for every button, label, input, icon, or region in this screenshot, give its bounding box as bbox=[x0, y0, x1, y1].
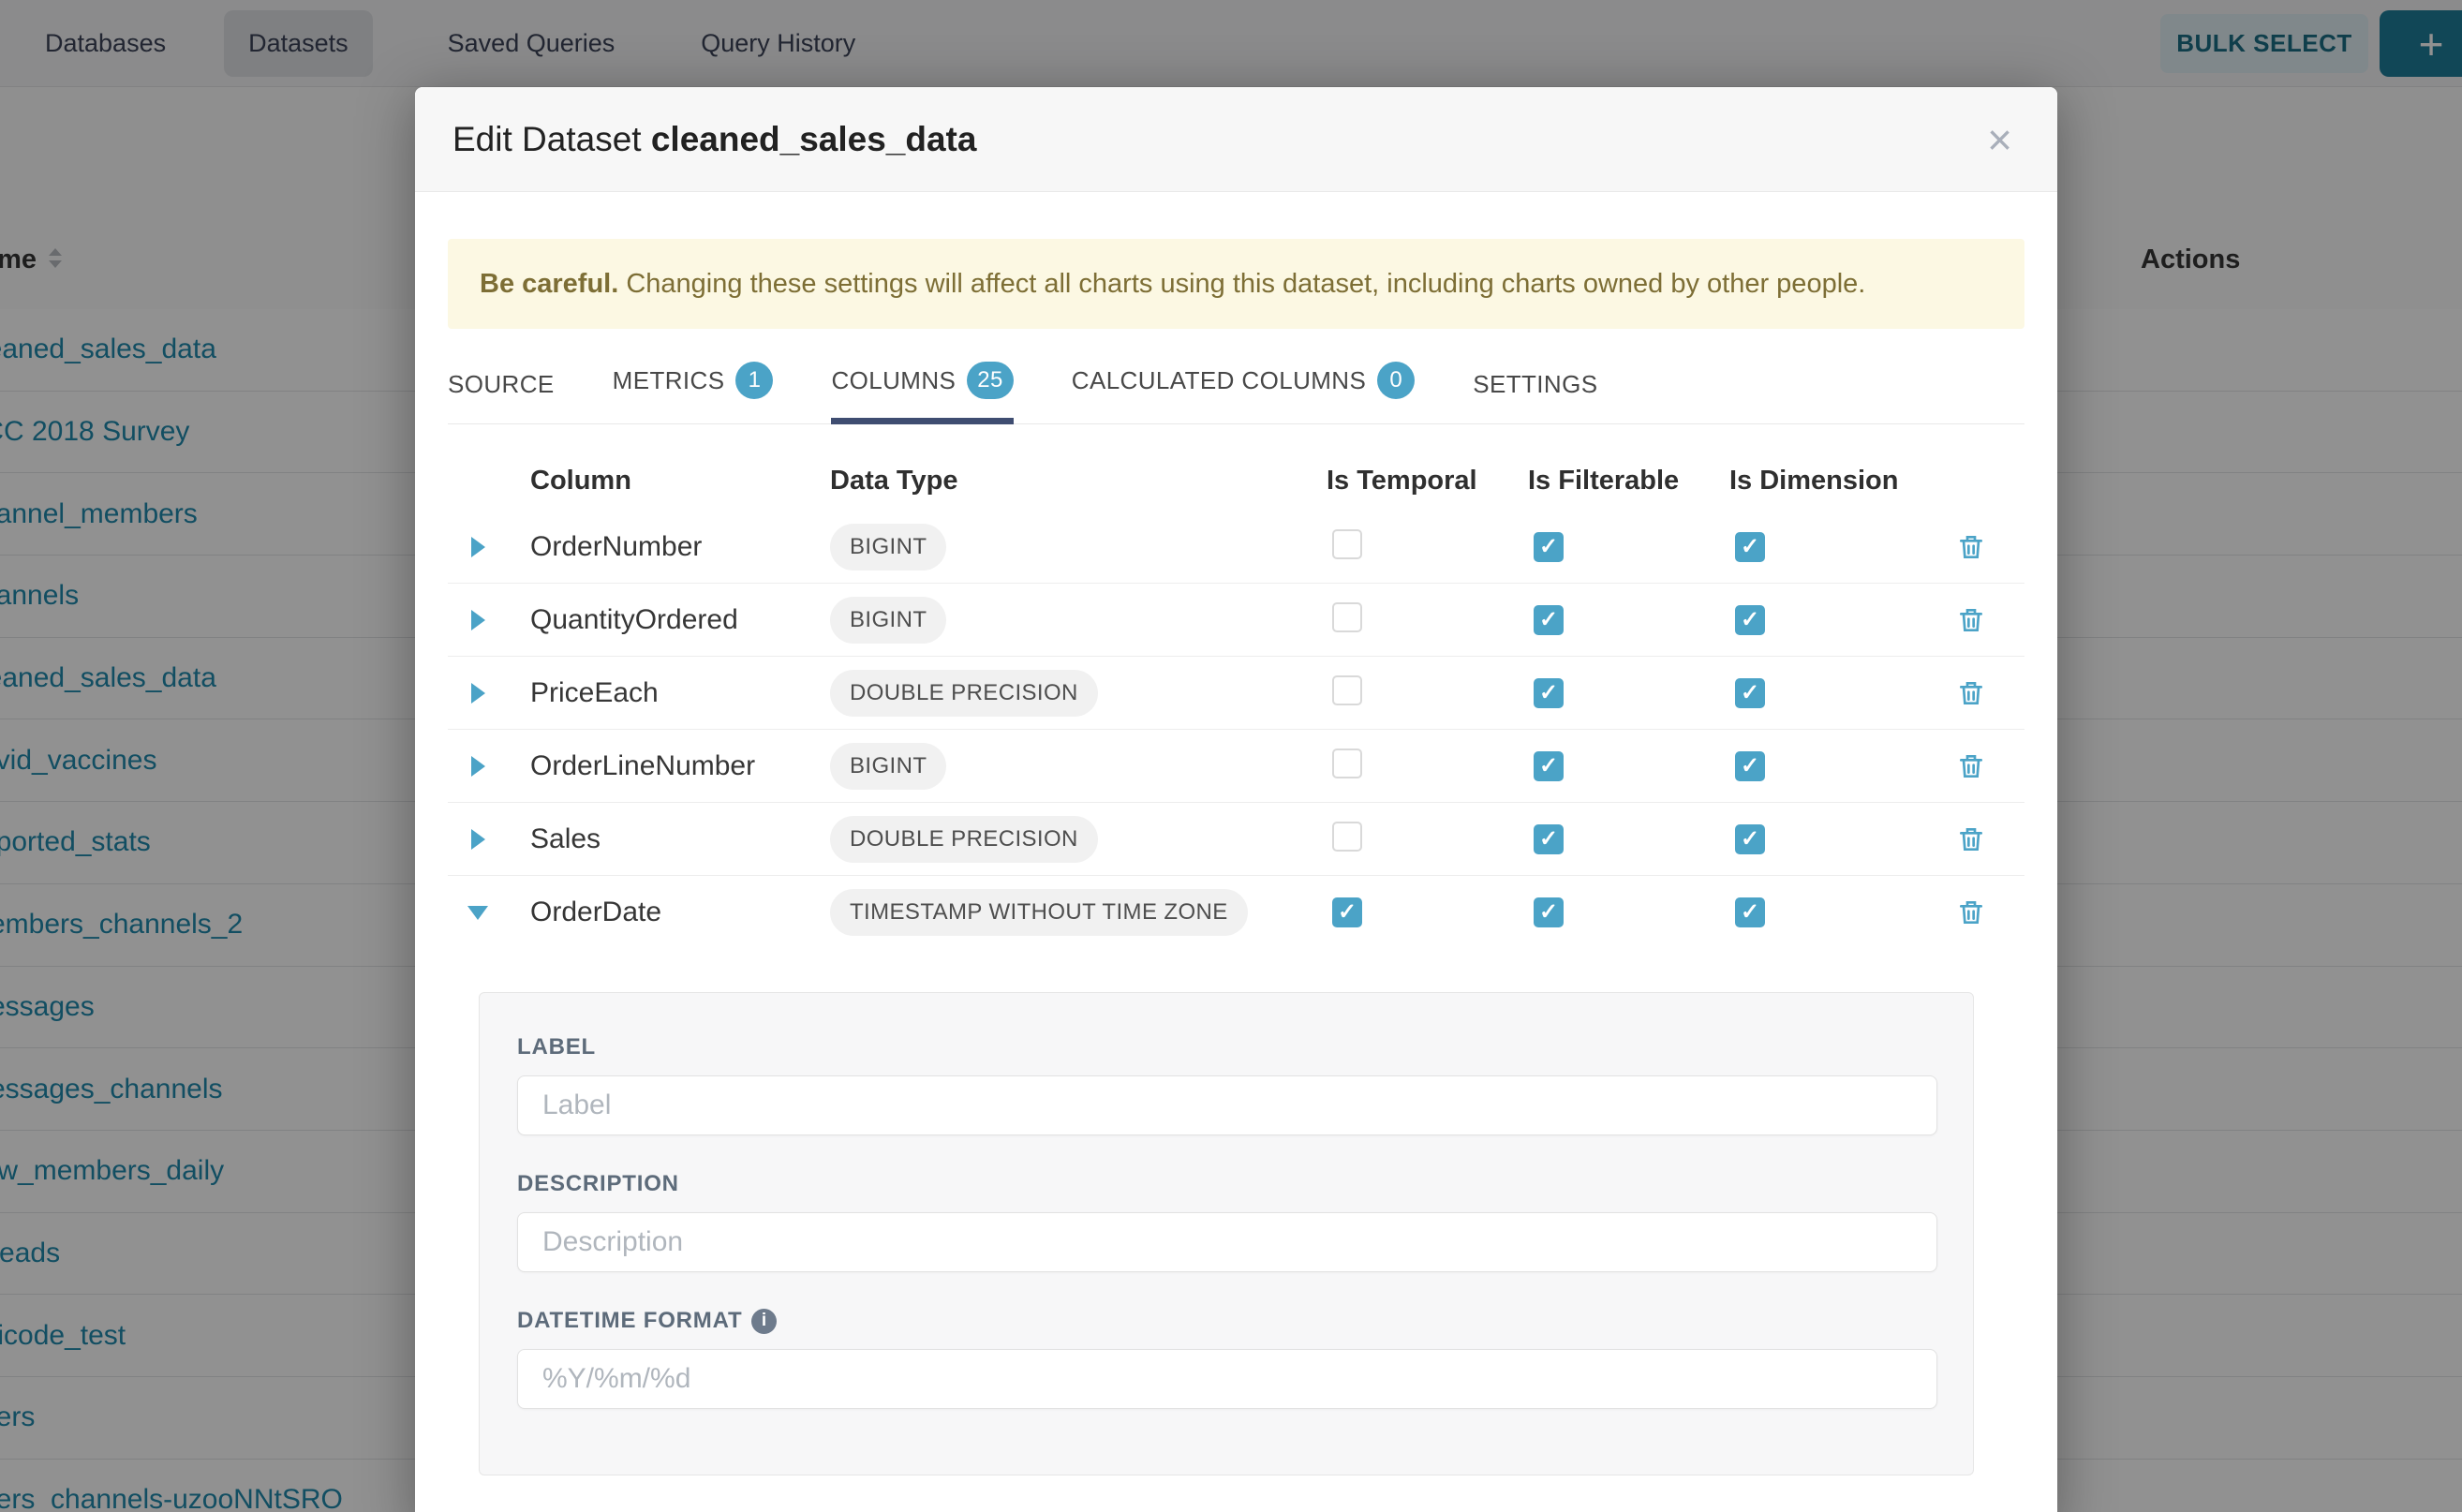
data-type-pill: BIGINT bbox=[830, 743, 946, 790]
warning-banner: Be careful. Changing these settings will… bbox=[448, 239, 2024, 329]
description-field-label: DESCRIPTION bbox=[517, 1171, 1935, 1197]
table-row: QuantityOrdered BIGINT ✓ ✓ ✓ bbox=[448, 584, 2024, 657]
datetime-format-input[interactable] bbox=[517, 1349, 1937, 1409]
tab-calculated-columns[interactable]: CALCULATED COLUMNS 0 bbox=[1072, 362, 1415, 423]
warning-text: Changing these settings will affect all … bbox=[618, 269, 1865, 299]
data-type-pill: BIGINT bbox=[830, 524, 946, 571]
is-filterable-checkbox[interactable]: ✓ bbox=[1534, 751, 1564, 781]
data-type-pill: DOUBLE PRECISION bbox=[830, 670, 1098, 717]
is-temporal-checkbox[interactable]: ✓ bbox=[1332, 897, 1362, 927]
columns-table: Column Data Type Is Temporal Is Filterab… bbox=[448, 451, 2024, 949]
data-type-pill: TIMESTAMP WITHOUT TIME ZONE bbox=[830, 889, 1248, 936]
trash-icon[interactable] bbox=[1918, 824, 2024, 854]
table-row: OrderLineNumber BIGINT ✓ ✓ ✓ bbox=[448, 730, 2024, 803]
is-dimension-checkbox[interactable]: ✓ bbox=[1735, 751, 1765, 781]
expand-caret-icon[interactable] bbox=[448, 756, 508, 777]
modal-body: Be careful. Changing these settings will… bbox=[415, 192, 2057, 1475]
tab-settings[interactable]: SETTINGS bbox=[1473, 370, 1597, 423]
column-name: OrderNumber bbox=[508, 531, 808, 563]
modal-header: Edit Dataset cleaned_sales_data × bbox=[415, 87, 2057, 192]
trash-icon[interactable] bbox=[1918, 897, 2024, 927]
column-name: OrderDate bbox=[508, 897, 808, 928]
column-name: Sales bbox=[508, 823, 808, 855]
is-filterable-header: Is Filterable bbox=[1505, 466, 1707, 497]
expand-caret-icon[interactable] bbox=[448, 610, 508, 630]
tab-metrics[interactable]: METRICS 1 bbox=[613, 362, 774, 423]
column-name: QuantityOrdered bbox=[508, 604, 808, 636]
is-dimension-header: Is Dimension bbox=[1707, 466, 1918, 497]
label-input[interactable] bbox=[517, 1075, 1937, 1135]
collapse-caret-icon[interactable] bbox=[448, 906, 508, 920]
is-temporal-checkbox[interactable]: ✓ bbox=[1332, 529, 1362, 559]
is-filterable-checkbox[interactable]: ✓ bbox=[1534, 532, 1564, 562]
calculated-columns-count-badge: 0 bbox=[1377, 362, 1415, 399]
is-temporal-checkbox[interactable]: ✓ bbox=[1332, 602, 1362, 632]
is-filterable-checkbox[interactable]: ✓ bbox=[1534, 824, 1564, 854]
datetime-format-field-label: DATETIME FORMAT i bbox=[517, 1308, 1935, 1334]
tab-columns[interactable]: COLUMNS 25 bbox=[831, 362, 1013, 423]
close-icon[interactable]: × bbox=[1980, 114, 2020, 165]
is-temporal-checkbox[interactable]: ✓ bbox=[1332, 749, 1362, 778]
expand-caret-icon[interactable] bbox=[448, 537, 508, 557]
columns-count-badge: 25 bbox=[967, 362, 1014, 399]
edit-dataset-modal: Edit Dataset cleaned_sales_data × Be car… bbox=[415, 87, 2057, 1512]
description-input[interactable] bbox=[517, 1212, 1937, 1272]
trash-icon[interactable] bbox=[1918, 678, 2024, 708]
modal-tabs: SOURCE METRICS 1 COLUMNS 25 CALCULATED C… bbox=[448, 353, 2024, 424]
column-name: OrderLineNumber bbox=[508, 750, 808, 782]
modal-title: Edit Dataset cleaned_sales_data bbox=[452, 120, 976, 159]
expand-caret-icon[interactable] bbox=[448, 829, 508, 850]
trash-icon[interactable] bbox=[1918, 532, 2024, 562]
table-row: OrderNumber BIGINT ✓ ✓ ✓ bbox=[448, 511, 2024, 584]
trash-icon[interactable] bbox=[1918, 751, 2024, 781]
is-filterable-checkbox[interactable]: ✓ bbox=[1534, 897, 1564, 927]
table-row: Sales DOUBLE PRECISION ✓ ✓ ✓ bbox=[448, 803, 2024, 876]
data-type-header: Data Type bbox=[808, 466, 1304, 497]
column-name: PriceEach bbox=[508, 677, 808, 709]
is-filterable-checkbox[interactable]: ✓ bbox=[1534, 605, 1564, 635]
table-row: PriceEach DOUBLE PRECISION ✓ ✓ ✓ bbox=[448, 657, 2024, 730]
is-filterable-checkbox[interactable]: ✓ bbox=[1534, 678, 1564, 708]
is-dimension-checkbox[interactable]: ✓ bbox=[1735, 678, 1765, 708]
tab-source[interactable]: SOURCE bbox=[448, 370, 555, 423]
is-temporal-checkbox[interactable]: ✓ bbox=[1332, 675, 1362, 705]
info-icon[interactable]: i bbox=[751, 1309, 777, 1334]
table-row-expanded: OrderDate TIMESTAMP WITHOUT TIME ZONE ✓ … bbox=[448, 876, 2024, 949]
is-dimension-checkbox[interactable]: ✓ bbox=[1735, 897, 1765, 927]
is-dimension-checkbox[interactable]: ✓ bbox=[1735, 824, 1765, 854]
dataset-name: cleaned_sales_data bbox=[651, 120, 977, 158]
expand-caret-icon[interactable] bbox=[448, 683, 508, 704]
column-header: Column bbox=[508, 466, 808, 497]
metrics-count-badge: 1 bbox=[735, 362, 773, 399]
data-type-pill: DOUBLE PRECISION bbox=[830, 816, 1098, 863]
warning-bold: Be careful. bbox=[480, 269, 618, 299]
is-dimension-checkbox[interactable]: ✓ bbox=[1735, 532, 1765, 562]
label-field-label: LABEL bbox=[517, 1034, 1935, 1060]
is-temporal-checkbox[interactable]: ✓ bbox=[1332, 822, 1362, 852]
is-temporal-header: Is Temporal bbox=[1304, 466, 1505, 497]
column-detail-panel: LABEL DESCRIPTION DATETIME FORMAT i bbox=[479, 992, 1974, 1475]
data-type-pill: BIGINT bbox=[830, 597, 946, 644]
columns-table-header: Column Data Type Is Temporal Is Filterab… bbox=[448, 451, 2024, 511]
trash-icon[interactable] bbox=[1918, 605, 2024, 635]
is-dimension-checkbox[interactable]: ✓ bbox=[1735, 605, 1765, 635]
